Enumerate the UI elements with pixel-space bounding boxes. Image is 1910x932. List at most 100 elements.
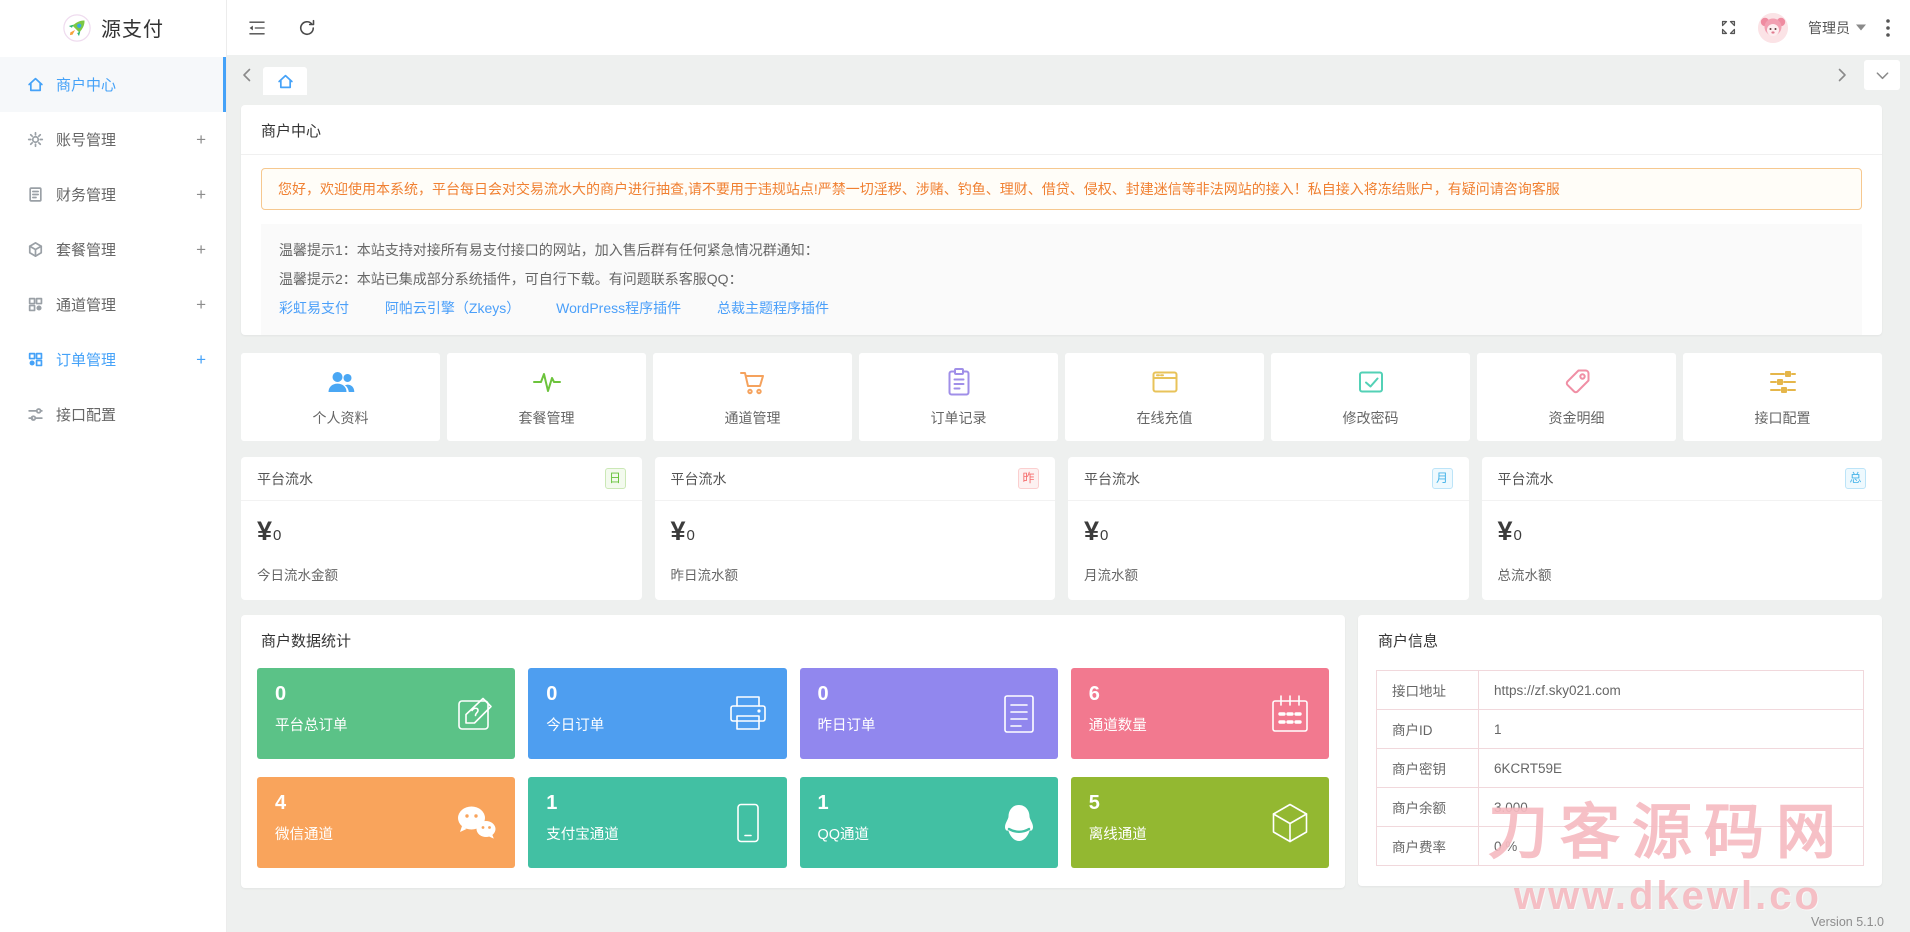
- link-caihong-epay[interactable]: 彩虹易支付: [279, 300, 349, 316]
- home-icon: [28, 77, 43, 92]
- tile-alipay-channels[interactable]: 1 支付宝通道: [528, 777, 787, 868]
- stat-card-month: 平台流水 月 ¥0 月流水额: [1068, 457, 1469, 600]
- user-name: 管理员: [1808, 19, 1850, 36]
- sidebar-item-channel[interactable]: 通道管理 +: [0, 277, 226, 332]
- link-wordpress-plugin[interactable]: WordPress程序插件: [556, 300, 681, 316]
- merchant-info-table: 接口地址 https://zf.sky021.com 商户ID 1 商户密钥 6…: [1376, 670, 1864, 866]
- sidebar-item-api-config[interactable]: 接口配置: [0, 387, 226, 442]
- table-row: 接口地址 https://zf.sky021.com: [1376, 670, 1864, 710]
- expand-plus-icon[interactable]: +: [196, 295, 206, 315]
- mail-check-icon: [1358, 371, 1383, 393]
- home-tab-icon: [277, 74, 293, 88]
- fullscreen-icon[interactable]: [1719, 18, 1738, 37]
- tile-channel-count[interactable]: 6 通道数量: [1070, 668, 1329, 759]
- expand-plus-icon[interactable]: +: [196, 130, 206, 150]
- clipboard-icon: [948, 368, 969, 396]
- tag-icon: [1565, 369, 1589, 394]
- sidebar-item-account[interactable]: 账号管理 +: [0, 112, 226, 167]
- sliders-icon: [1769, 371, 1796, 393]
- merchant-center-panel: 商户中心 您好，欢迎使用本系统，平台每日会对交易流水大的商户进行抽查,请不要用于…: [241, 105, 1882, 335]
- stat-amount: ¥0: [670, 516, 695, 546]
- sidebar-item-label: 财务管理: [56, 187, 117, 204]
- tile-today-orders[interactable]: 0 今日订单: [528, 668, 787, 759]
- info-value-merchant-key: 6KCRT59E: [1478, 748, 1864, 788]
- shortcut-password[interactable]: 修改密码: [1271, 353, 1470, 441]
- channel-grid-icon: [28, 297, 43, 312]
- expand-plus-icon[interactable]: +: [196, 185, 206, 205]
- version-label: Version 5.1.0: [1811, 915, 1884, 929]
- stat-amount: ¥0: [257, 516, 282, 546]
- tile-qq-channels[interactable]: 1 QQ通道: [799, 777, 1058, 868]
- shortcut-channel[interactable]: 通道管理: [653, 353, 852, 441]
- shortcut-profile[interactable]: 个人资料: [241, 353, 440, 441]
- info-label: 接口地址: [1376, 670, 1479, 710]
- tile-total-orders[interactable]: 0 平台总订单: [257, 668, 516, 759]
- user-menu[interactable]: 管理员: [1808, 18, 1866, 38]
- gear-icon: [27, 131, 44, 148]
- shortcut-label: 个人资料: [312, 410, 369, 426]
- tile-offline-channels[interactable]: 5 离线通道: [1070, 777, 1329, 868]
- info-value-api-url: https://zf.sky021.com: [1478, 670, 1864, 710]
- refresh-icon[interactable]: [297, 18, 317, 38]
- merchant-stats-title: 商户数据统计: [261, 633, 352, 650]
- more-vertical-icon[interactable]: [1886, 18, 1890, 37]
- browser-icon: [1152, 371, 1177, 393]
- plugin-links: 彩虹易支付 阿帕云引擎（Zkeys） WordPress程序插件 总裁主题程序插…: [279, 294, 1844, 323]
- link-zongcai-theme-plugin[interactable]: 总裁主题程序插件: [717, 300, 829, 316]
- sliders-icon: [28, 408, 43, 421]
- merchant-stats-panel: 商户数据统计 0 平台总订单 0 今日订单 0 昨日订单 6 通道数量 4 微信…: [241, 615, 1345, 888]
- tabs-dropdown-button[interactable]: [1864, 60, 1900, 90]
- tabs-prev-icon[interactable]: [239, 67, 255, 83]
- table-row: 商户密钥 6KCRT59E: [1376, 748, 1864, 788]
- order-grid-icon: [28, 352, 43, 367]
- panel-title: 商户中心: [241, 105, 1882, 155]
- stat-card-total: 平台流水 总 ¥0 总流水额: [1481, 457, 1882, 600]
- stat-card-yesterday: 平台流水 昨 ¥0 昨日流水额: [654, 457, 1055, 600]
- avatar[interactable]: [1758, 12, 1788, 43]
- activity-icon: [532, 373, 561, 392]
- merchant-info-title: 商户信息: [1378, 633, 1439, 650]
- sidebar-item-label: 账号管理: [56, 132, 117, 149]
- compose-icon: [458, 697, 493, 730]
- expand-plus-icon[interactable]: +: [196, 240, 206, 260]
- expand-plus-icon[interactable]: +: [196, 350, 206, 370]
- stat-title: 平台流水: [670, 470, 727, 487]
- stat-amount: ¥0: [1084, 516, 1109, 546]
- shortcut-funds[interactable]: 资金明细: [1477, 353, 1676, 441]
- table-row: 商户余额 3.000: [1376, 787, 1864, 827]
- shortcut-label: 修改密码: [1342, 410, 1399, 426]
- shortcut-api-config[interactable]: 接口配置: [1683, 353, 1882, 441]
- table-row: 商户费率 0 %: [1376, 826, 1864, 866]
- cube-icon: [1272, 803, 1308, 842]
- shortcut-recharge[interactable]: 在线充值: [1065, 353, 1264, 441]
- stat-title: 平台流水: [1084, 470, 1140, 487]
- info-value-merchant-id: 1: [1478, 709, 1864, 749]
- stat-caption: 今日流水金额: [257, 568, 338, 583]
- sidebar-item-merchant-center[interactable]: 商户中心: [0, 57, 226, 112]
- chevron-down-icon: [1876, 71, 1888, 79]
- sidebar-menu: 商户中心 账号管理 + 财务管理 + 套餐管理 + 通道管理 + 订单管理 +: [0, 55, 226, 442]
- tile-yesterday-orders[interactable]: 0 昨日订单: [799, 668, 1058, 759]
- merchant-info-panel: 商户信息 接口地址 https://zf.sky021.com 商户ID 1 商…: [1358, 615, 1882, 886]
- stat-caption: 昨日流水额: [670, 568, 739, 583]
- stat-title: 平台流水: [257, 470, 313, 487]
- tab-home[interactable]: [263, 67, 307, 95]
- collapse-menu-icon[interactable]: [247, 18, 267, 38]
- rocket-logo-icon: [63, 13, 91, 42]
- top-header: 管理员: [227, 0, 1910, 55]
- header-right: 管理员: [1719, 12, 1890, 43]
- sidebar-item-package[interactable]: 套餐管理 +: [0, 222, 226, 277]
- tips-block: 温馨提示1：本站支持对接所有易支付接口的网站，加入售后群有任何紧急情况群通知： …: [261, 224, 1862, 335]
- info-label: 商户ID: [1376, 709, 1479, 749]
- sidebar-item-finance[interactable]: 财务管理 +: [0, 167, 226, 222]
- link-apayun-zkeys[interactable]: 阿帕云引擎（Zkeys）: [385, 300, 520, 316]
- sidebar-item-label: 接口配置: [56, 407, 117, 424]
- shortcut-package[interactable]: 套餐管理: [447, 353, 646, 441]
- shortcut-label: 套餐管理: [518, 410, 575, 426]
- tile-wechat-channels[interactable]: 4 微信通道: [257, 777, 516, 868]
- mobile-icon: [736, 803, 759, 842]
- sidebar-item-order[interactable]: 订单管理 +: [0, 332, 226, 387]
- printer-icon: [729, 695, 766, 730]
- tabs-next-icon[interactable]: [1834, 67, 1850, 83]
- shortcut-orders[interactable]: 订单记录: [859, 353, 1058, 441]
